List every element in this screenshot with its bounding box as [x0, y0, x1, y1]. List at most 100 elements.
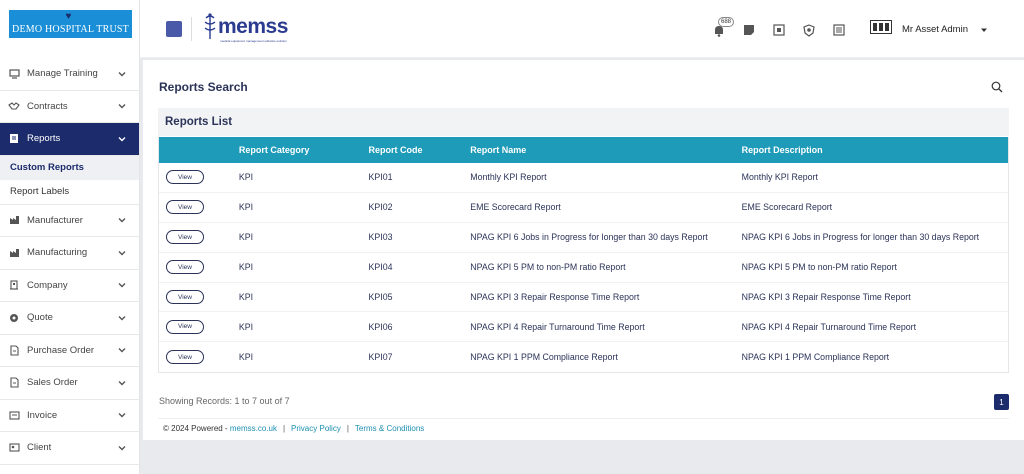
cell-category: KPI: [238, 202, 254, 213]
view-button[interactable]: View: [166, 350, 204, 365]
view-button[interactable]: View: [166, 260, 204, 275]
sidebar-item-manufacturer[interactable]: Manufacturer: [0, 205, 139, 237]
user-name[interactable]: Mr Asset Admin: [902, 24, 968, 35]
table-row: View KPI KPI04 NPAG KPI 5 PM to non-PM r…: [159, 253, 1008, 283]
footer-separator: |: [282, 424, 286, 433]
table-row: View KPI KPI05 NPAG KPI 3 Repair Respons…: [159, 283, 1008, 313]
view-button[interactable]: View: [166, 290, 204, 304]
sidebar-subitem-label: Custom Reports: [10, 162, 84, 174]
table-row: View KPI KPI01 Monthly KPI Report Monthl…: [159, 163, 1008, 193]
chevron-down-icon: [118, 445, 126, 451]
hospital-logo[interactable]: ♥ DEMO HOSPITAL TRUST: [9, 10, 132, 38]
footer-divider: [158, 418, 1009, 419]
caret-down-icon[interactable]: [981, 27, 987, 33]
sidebar-item-invoice[interactable]: Invoice: [0, 400, 139, 432]
chevron-down-icon: [118, 315, 126, 321]
cell-name: Monthly KPI Report: [470, 172, 547, 183]
chevron-down-icon: [118, 413, 126, 418]
note-icon[interactable]: [742, 23, 756, 37]
chevron-down-icon: [118, 218, 126, 223]
cell-description: NPAG KPI 6 Jobs in Progress for longer t…: [741, 232, 980, 243]
cell-name: NPAG KPI 1 PPM Compliance Report: [470, 352, 618, 363]
column-header-name[interactable]: Report Name: [470, 145, 741, 155]
brand-name: memss: [218, 15, 288, 38]
sidebar-item-company[interactable]: Company: [0, 270, 139, 302]
search-icon[interactable]: [991, 81, 1003, 93]
footer-separator: |: [346, 424, 349, 433]
barcode-scan-icon[interactable]: [832, 23, 846, 37]
hospital-logo-text: DEMO HOSPITAL TRUST: [12, 24, 129, 35]
column-header-description[interactable]: Report Description: [742, 145, 1008, 155]
sidebar-item-quote[interactable]: Quote: [0, 302, 139, 335]
view-button[interactable]: View: [166, 200, 204, 215]
table-row: View KPI KPI07 NPAG KPI 1 PPM Compliance…: [159, 342, 1008, 372]
row-action-cell: View: [159, 319, 239, 334]
user-avatar-icon[interactable]: [870, 20, 892, 34]
chevron-down-icon: [118, 380, 126, 386]
sidebar-item-client[interactable]: Client: [0, 432, 139, 465]
table-row: View KPI KPI02 EME Scorecard Report EME …: [159, 193, 1008, 223]
sidebar-item-label: Client: [27, 442, 52, 454]
cell-description: NPAG KPI 5 PM to non-PM ratio Report: [741, 262, 897, 273]
list-title: Reports List: [165, 116, 233, 128]
cell-description: NPAG KPI 3 Repair Response Time Report: [741, 292, 911, 302]
menu-toggle-button[interactable]: [166, 21, 182, 37]
cell-name: NPAG KPI 3 Repair Response Time Report: [470, 292, 640, 302]
pagination-page-1[interactable]: 1: [994, 394, 1009, 410]
footer: © 2024 Powered - memss.co.uk | Privacy Pol…: [163, 424, 424, 433]
chevron-down-icon: [118, 136, 126, 142]
top-header: memss medical equipment management softw…: [140, 0, 1024, 58]
cell-category: KPI: [238, 232, 254, 243]
sidebar-item-label: Manage Training: [27, 68, 98, 80]
chevron-down-icon: [118, 104, 126, 109]
cell-description: NPAG KPI 4 Repair Turnaround Time Report: [741, 321, 917, 332]
cell-category: KPI: [238, 352, 254, 363]
view-button[interactable]: View: [166, 170, 204, 185]
sidebar-item-label: Purchase Order: [27, 344, 95, 356]
sidebar-item-manufacturing[interactable]: Manufacturing: [0, 237, 139, 270]
notification-badge: 688: [718, 17, 735, 27]
building-icon: [8, 279, 20, 291]
cell-code: KPI04: [368, 262, 393, 273]
qr-scan-icon[interactable]: [772, 23, 786, 37]
view-button[interactable]: View: [166, 230, 204, 245]
column-header-category[interactable]: Report Category: [239, 145, 369, 155]
column-header-code[interactable]: Report Code: [369, 145, 471, 155]
footer-site-link[interactable]: memss.co.uk: [230, 424, 277, 433]
reports-table: Report Category Report Code Report Name …: [158, 137, 1009, 374]
sidebar-subitem-custom-reports[interactable]: Custom Reports: [0, 155, 139, 180]
sidebar-item-sales-order[interactable]: Sales Order: [0, 367, 139, 400]
shield-icon[interactable]: [802, 23, 816, 37]
row-action-cell: View: [159, 200, 239, 215]
cell-code: KPI06: [368, 321, 393, 332]
invoice-icon: [8, 409, 20, 421]
document-icon: [8, 344, 20, 356]
chevron-down-icon: [118, 71, 126, 77]
chevron-down-icon: [118, 250, 126, 256]
sidebar-item-reports[interactable]: Reports: [0, 123, 139, 156]
row-action-cell: View: [159, 170, 239, 185]
row-action-cell: View: [159, 230, 239, 245]
monitor-icon: [8, 68, 20, 80]
bell-icon[interactable]: 688: [712, 17, 735, 37]
factory-icon: [8, 247, 20, 259]
brand-tagline: medical equipment management software so…: [220, 39, 287, 43]
sidebar: ♥ DEMO HOSPITAL TRUST Manage Training Co…: [0, 0, 140, 474]
cell-code: KPI05: [368, 292, 393, 302]
sidebar-item-contracts[interactable]: Contracts: [0, 91, 139, 123]
sidebar-item-purchase-order[interactable]: Purchase Order: [0, 335, 139, 367]
table-header-row: Report Category Report Code Report Name …: [159, 137, 1008, 163]
memss-logo[interactable]: memss medical equipment management softw…: [200, 12, 300, 44]
table-row: View KPI KPI03 NPAG KPI 6 Jobs in Progre…: [159, 223, 1008, 253]
sidebar-subitem-report-labels[interactable]: Report Labels: [0, 180, 139, 205]
sidebar-item-label: Invoice: [27, 409, 58, 421]
sidebar-item-label: Manufacturer: [27, 214, 83, 226]
sidebar-item-manage-training[interactable]: Manage Training: [0, 58, 139, 91]
handshake-icon: [8, 100, 20, 112]
footer-terms-link[interactable]: Terms & Conditions: [355, 424, 424, 433]
header-divider: [191, 17, 192, 41]
sidebar-item-label: Quote: [27, 312, 53, 324]
sidebar-item-label: Contracts: [27, 100, 68, 112]
footer-privacy-link[interactable]: Privacy Policy: [291, 424, 341, 433]
view-button[interactable]: View: [166, 319, 204, 334]
